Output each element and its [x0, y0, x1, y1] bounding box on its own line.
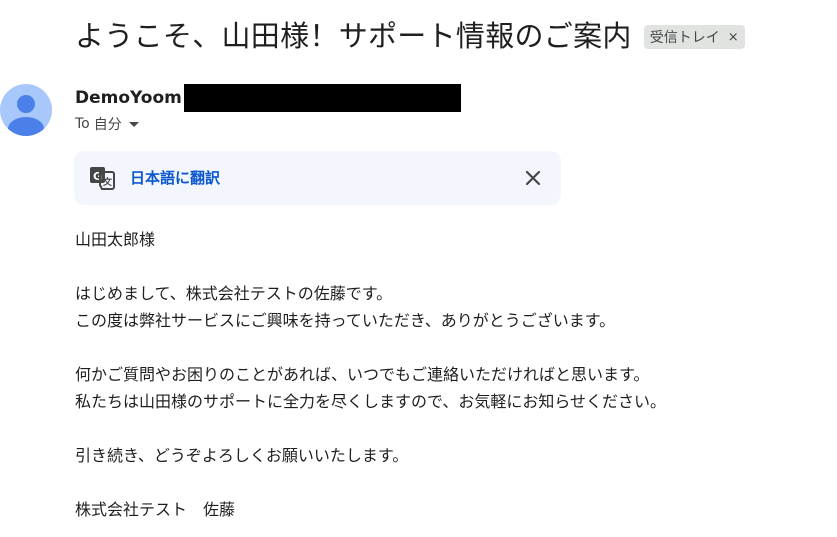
- recipient-prefix: To: [75, 116, 90, 132]
- body-line: 私たちは山田様のサポートに全力を尽くしますので、お気軽にお知らせください。: [75, 392, 667, 411]
- inbox-label-chip[interactable]: 受信トレイ ×: [643, 25, 745, 49]
- greeting-line: 山田太郎様: [75, 230, 156, 249]
- translate-bar: G 文 日本語に翻訳: [74, 151, 561, 205]
- google-translate-icon: G 文: [89, 166, 115, 190]
- signature-line: 株式会社テスト 佐藤: [75, 500, 236, 519]
- sender-avatar[interactable]: [0, 84, 52, 136]
- body-line: この度は弊社サービスにご興味を持っていただき、ありがとうございます。: [75, 311, 616, 330]
- svg-text:文: 文: [102, 176, 113, 188]
- sender-name[interactable]: DemoYoom: [75, 88, 182, 108]
- translate-to-japanese-link[interactable]: 日本語に翻訳: [130, 167, 220, 189]
- closing-line: 引き続き、どうぞよろしくお願いいたします。: [75, 446, 409, 465]
- recipient-name: 自分: [93, 117, 122, 133]
- redacted-sender-address: [183, 84, 461, 112]
- sender-line: DemoYoom: [75, 84, 461, 112]
- inbox-label-text: 受信トレイ: [649, 30, 720, 46]
- body-line: はじめまして、株式会社テストの佐藤です。: [75, 284, 393, 303]
- show-details-chevron-icon[interactable]: [128, 121, 139, 127]
- remove-label-button[interactable]: ×: [728, 30, 739, 45]
- email-body: 山田太郎様 はじめまして、株式会社テストの佐藤です。 この度は弊社サービスにご興…: [75, 226, 815, 523]
- default-person-icon: [8, 95, 44, 136]
- recipient-line: To 自分: [75, 114, 139, 134]
- body-line: 何かご質問やお困りのことがあれば、いつでもご連絡いただければと思います。: [75, 365, 650, 384]
- email-subject: ようこそ、山田様！サポート情報のご案内: [75, 19, 632, 53]
- subject-row: ようこそ、山田様！サポート情報のご案内 受信トレイ ×: [75, 14, 745, 58]
- close-icon[interactable]: [520, 165, 546, 191]
